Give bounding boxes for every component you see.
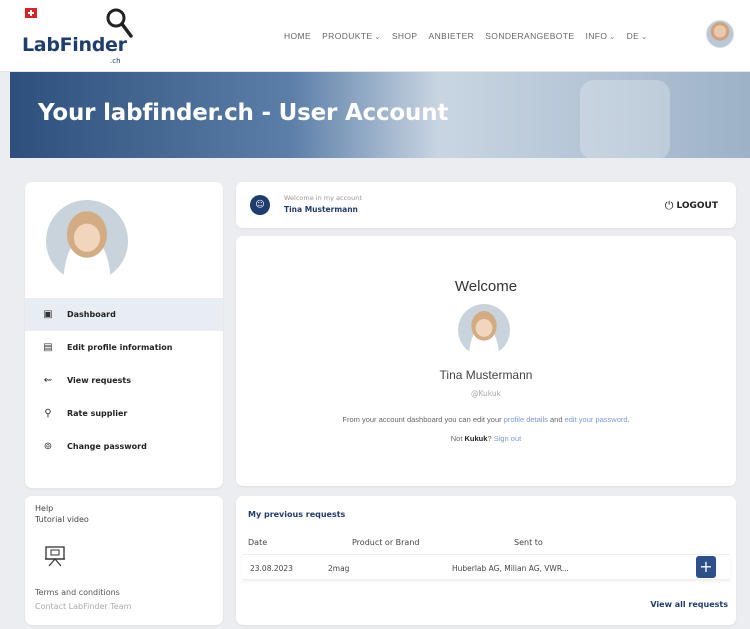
profile-details-link[interactable]: profile details	[504, 415, 548, 424]
logout-label: LOGOUT	[676, 201, 718, 211]
logo-subtext: .ch	[110, 57, 121, 65]
tutorial-video-link[interactable]: Tutorial video	[35, 515, 89, 524]
dashboard-icon: ▣	[43, 309, 53, 320]
dashboard-user-name: Tina Mustermann	[439, 368, 533, 382]
account-sidebar: ▣ Dashboard ▤ Edit profile information ⇜…	[25, 182, 223, 488]
column-header-date: Date	[248, 538, 268, 547]
page-title: Your labfinder.ch - User Account	[38, 100, 449, 126]
help-title: Help	[35, 504, 54, 513]
requests-icon: ⇜	[43, 375, 53, 386]
sidebar-item-edit-profile[interactable]: ▤ Edit profile information	[25, 331, 223, 364]
nav-sonderangebote[interactable]: SONDERANGEBOTE	[485, 31, 574, 41]
column-header-sent-to: Sent to	[514, 538, 543, 547]
sidebar-item-change-password[interactable]: ⊚ Change password	[25, 430, 223, 463]
welcome-caption: Welcome in my account	[284, 194, 362, 202]
terms-link[interactable]: Terms and conditions	[35, 588, 120, 597]
request-product: 2mag	[328, 564, 350, 573]
swiss-flag-icon	[25, 8, 37, 18]
not-user-line: Not Kukuk? Sign out	[236, 434, 736, 443]
dashboard-description: From your account dashboard you can edit…	[236, 415, 736, 424]
sidebar-item-label: View requests	[67, 376, 131, 385]
sidebar-item-dashboard[interactable]: ▣ Dashboard	[25, 298, 223, 331]
nav-language[interactable]: DE ⌄	[627, 31, 648, 41]
nav-info[interactable]: INFO ⌄	[585, 31, 615, 41]
dashboard-profile-picture	[458, 304, 510, 356]
description-text: .	[627, 415, 630, 424]
contact-link[interactable]: Contact LabFinder Team	[35, 602, 131, 611]
expand-request-button[interactable]: +	[696, 556, 716, 578]
chevron-down-icon: ⌄	[641, 34, 648, 41]
request-sent-to: Huberlab AG, Milian AG, VWR...	[452, 564, 569, 573]
welcome-user-name: Tina Mustermann	[284, 205, 358, 214]
sidebar-item-label: Edit profile information	[67, 343, 173, 352]
welcome-heading: Welcome	[454, 278, 518, 295]
not-user-text: Not	[450, 434, 465, 443]
description-text: and	[547, 415, 565, 424]
sign-out-link[interactable]: Sign out	[494, 434, 522, 443]
nav-anbieter[interactable]: ANBIETER	[429, 31, 475, 41]
sidebar-item-rate-supplier[interactable]: ⚲ Rate supplier	[25, 397, 223, 430]
chevron-down-icon: ⌄	[374, 34, 381, 41]
chevron-down-icon: ⌄	[609, 34, 616, 41]
column-header-product: Product or Brand	[352, 538, 420, 547]
user-avatar[interactable]	[706, 20, 734, 48]
presentation-board-icon[interactable]	[43, 544, 67, 568]
sidebar-menu: ▣ Dashboard ▤ Edit profile information ⇜…	[25, 298, 223, 463]
request-date: 23.08.2023	[250, 564, 293, 573]
dashboard-card: Welcome Tina Mustermann @Kukuk From your…	[236, 236, 736, 486]
previous-requests-panel: My previous requests Date Product or Bra…	[236, 496, 736, 625]
sidebar-item-label: Dashboard	[67, 310, 116, 319]
hero-banner: Your labfinder.ch - User Account	[10, 72, 750, 158]
top-navigation-bar: LabFinder .ch HOME PRODUKTE ⌄ SHOP ANBIET…	[0, 0, 750, 72]
sidebar-item-label: Change password	[67, 442, 147, 451]
table-row[interactable]: 23.08.2023 2mag Huberlab AG, Milian AG, …	[242, 554, 730, 580]
rate-icon: ⚲	[44, 408, 52, 419]
sidebar-item-label: Rate supplier	[67, 409, 128, 418]
lock-icon: ⊚	[43, 441, 53, 452]
nav-home[interactable]: HOME	[284, 31, 311, 41]
nav-shop[interactable]: SHOP	[392, 31, 418, 41]
labfinder-logo[interactable]: LabFinder .ch	[22, 6, 142, 66]
description-text: From your account dashboard you can edit…	[342, 415, 504, 424]
main-nav: HOME PRODUKTE ⌄ SHOP ANBIETER SONDERANGEB…	[284, 0, 658, 72]
power-icon: ⏻	[664, 199, 674, 212]
edit-password-link[interactable]: edit your password	[565, 415, 628, 424]
nav-produkte[interactable]: PRODUKTE ⌄	[322, 31, 381, 41]
user-icon: ☺	[250, 195, 270, 215]
edit-profile-icon: ▤	[43, 342, 53, 353]
logo-text: LabFinder	[22, 34, 127, 56]
help-panel: Help Tutorial video Terms and conditions…	[25, 496, 223, 625]
profile-picture	[46, 200, 128, 282]
view-all-requests-link[interactable]: View all requests	[650, 600, 728, 609]
dashboard-username: @Kukuk	[470, 389, 501, 398]
requests-title: My previous requests	[248, 510, 346, 519]
not-user-name: Kukuk	[464, 434, 488, 443]
welcome-bar: ☺ Welcome in my account Tina Mustermann …	[236, 182, 736, 228]
sidebar-item-view-requests[interactable]: ⇜ View requests	[25, 364, 223, 397]
logout-button[interactable]: ⏻ LOGOUT	[665, 199, 718, 213]
